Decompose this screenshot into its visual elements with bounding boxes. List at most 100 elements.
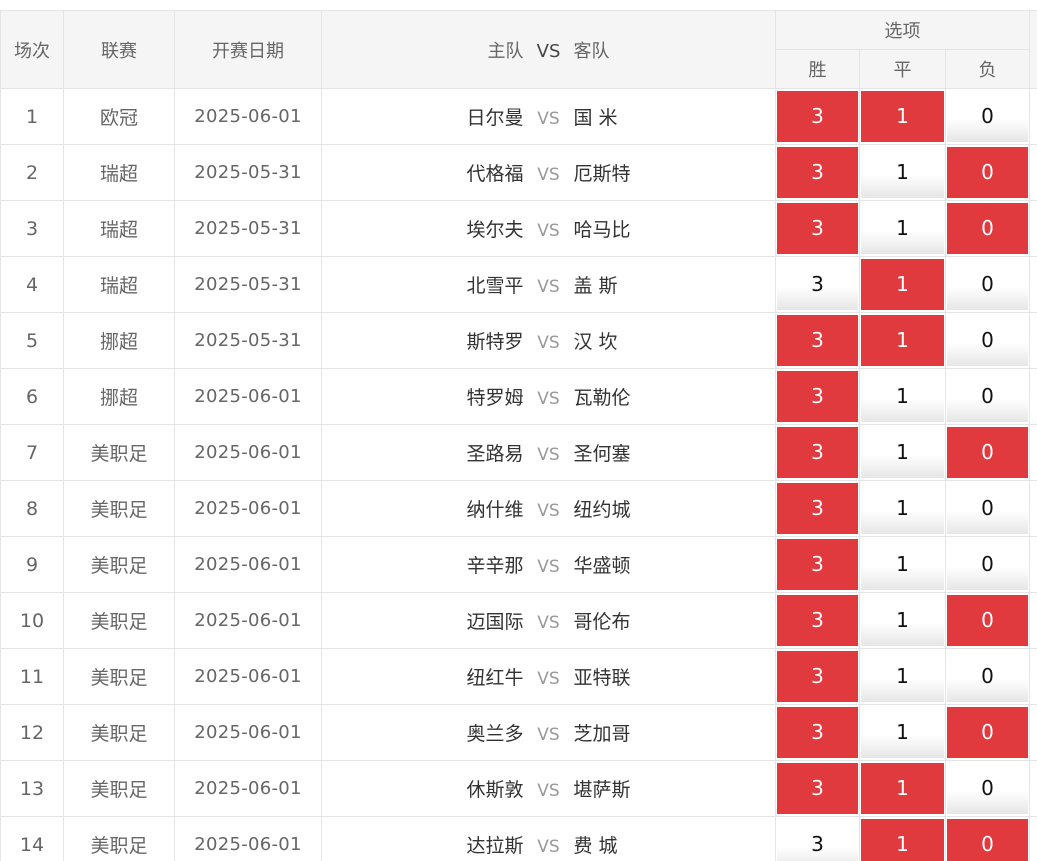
header-vs: VS <box>536 40 561 62</box>
row-date: 2025-06-01 <box>174 816 322 861</box>
row-match: 奥兰多 VS 芝加哥 <box>321 704 776 761</box>
row-index: 7 <box>0 424 64 481</box>
table-row: 4 瑞超 2025-05-31 北雪平 VS 盖 斯 310 <box>0 256 1037 313</box>
table-row: 11 美职足 2025-06-01 纽红牛 VS 亚特联 3 1 0 <box>0 648 1037 705</box>
option-draw-button[interactable]: 1 <box>861 763 944 814</box>
vs-label: VS <box>537 445 560 465</box>
table-row: 1 欧冠 2025-06-01 日尔曼 VS 国 米310 <box>0 88 1037 145</box>
row-extra <box>1029 816 1037 861</box>
option-win-cell: 3 <box>775 704 860 761</box>
row-date: 2025-06-01 <box>174 648 322 705</box>
option-lose-button[interactable]: 0 <box>947 147 1029 198</box>
option-lose-button[interactable]: 0 <box>947 483 1029 534</box>
row-match: 达拉斯 VS 费 城 <box>321 816 776 861</box>
home-team: 斯特罗 <box>466 331 524 353</box>
option-draw-button[interactable]: 1 <box>861 203 944 254</box>
header-match: 主队 VS 客队 <box>321 10 776 89</box>
option-win-cell: 3 <box>775 368 860 425</box>
option-lose-cell: 0 <box>944 760 1031 817</box>
vs-label: VS <box>537 781 560 801</box>
option-win-button[interactable]: 3 <box>777 371 858 422</box>
vs-label: VS <box>537 277 560 297</box>
row-league: 美职足 <box>63 648 175 705</box>
row-match: 代格福 VS 厄斯特 <box>321 144 776 201</box>
option-win-cell: 3 <box>775 592 860 649</box>
option-win-button[interactable]: 3 <box>777 707 858 758</box>
option-win-button[interactable]: 3 <box>777 483 858 534</box>
match-table: 场次 联赛 开赛日期 主队 VS 客队 选项 胜 平 负 1 欧冠 2025-06-01… <box>0 10 1037 861</box>
option-win-button[interactable]: 3 <box>777 315 858 366</box>
option-win-button[interactable]: 3 <box>777 763 858 814</box>
row-index: 14 <box>0 816 64 861</box>
option-lose-cell: 0 <box>944 144 1031 201</box>
option-draw-button[interactable]: 1 <box>861 707 944 758</box>
option-draw-button[interactable]: 1 <box>861 91 944 142</box>
vs-label: VS <box>537 389 560 409</box>
row-date: 2025-05-31 <box>174 256 322 313</box>
row-extra <box>1029 536 1037 593</box>
away-team: 华盛顿 <box>573 555 631 577</box>
option-draw-button[interactable]: 1 <box>861 651 944 702</box>
option-win-button[interactable]: 3 <box>777 595 858 646</box>
option-win-button[interactable]: 3 <box>777 259 858 310</box>
option-draw-button[interactable]: 1 <box>861 147 944 198</box>
option-win-button[interactable]: 3 <box>777 91 858 142</box>
option-win-button[interactable]: 3 <box>777 147 858 198</box>
table-row: 7 美职足 2025-06-01 圣路易 VS 圣何塞 3 1 0 <box>0 424 1037 481</box>
option-lose-button[interactable]: 0 <box>947 651 1029 702</box>
option-lose-cell: 0 <box>944 704 1031 761</box>
option-win-button[interactable]: 3 <box>777 651 858 702</box>
home-team: 辛辛那 <box>466 555 524 577</box>
option-draw-button[interactable]: 1 <box>861 539 944 590</box>
row-match: 埃尔夫 VS 哈马比 <box>321 200 776 257</box>
option-draw-button[interactable]: 1 <box>861 595 944 646</box>
option-draw-button[interactable]: 1 <box>861 371 944 422</box>
option-lose-button[interactable]: 0 <box>947 203 1029 254</box>
option-draw-button[interactable]: 1 <box>861 315 944 366</box>
option-win-button[interactable]: 3 <box>777 819 858 861</box>
row-index: 13 <box>0 760 64 817</box>
option-lose-button[interactable]: 0 <box>947 371 1029 422</box>
row-date: 2025-06-01 <box>174 704 322 761</box>
row-index: 8 <box>0 480 64 537</box>
home-team: 代格福 <box>466 163 524 185</box>
option-lose-button[interactable]: 0 <box>947 539 1029 590</box>
option-lose-button[interactable]: 0 <box>947 707 1029 758</box>
option-lose-button[interactable]: 0 <box>947 427 1029 478</box>
row-index: 5 <box>0 312 64 369</box>
vs-label: VS <box>537 613 560 633</box>
match-table-container: 场次 联赛 开赛日期 主队 VS 客队 选项 胜 平 负 1 欧冠 2025-06-01… <box>0 10 1037 861</box>
option-win-button[interactable]: 3 <box>777 203 858 254</box>
option-win-button[interactable]: 3 <box>777 427 858 478</box>
option-lose-cell: 0 <box>944 368 1031 425</box>
option-draw-button[interactable]: 1 <box>861 483 944 534</box>
option-lose-button[interactable]: 0 <box>947 91 1029 142</box>
option-win-cell: 3 <box>775 144 860 201</box>
row-date: 2025-06-01 <box>174 480 322 537</box>
option-lose-button[interactable]: 0 <box>947 819 1029 861</box>
header-away: 客队 <box>573 40 610 62</box>
away-team: 哈马比 <box>573 219 631 241</box>
row-match: 纽红牛 VS 亚特联 <box>321 648 776 705</box>
option-lose-button[interactable]: 0 <box>947 595 1029 646</box>
header-extra <box>1029 10 1037 89</box>
row-match: 圣路易 VS 圣何塞 <box>321 424 776 481</box>
option-win-cell: 3 <box>775 88 860 145</box>
row-index: 2 <box>0 144 64 201</box>
away-team: 费 城 <box>573 835 618 857</box>
table-row: 8 美职足 2025-06-01 纳什维 VS 纽约城 3 1 0 <box>0 480 1037 537</box>
option-lose-button[interactable]: 0 <box>947 259 1029 310</box>
option-draw-cell: 1 <box>859 200 946 257</box>
row-league: 美职足 <box>63 592 175 649</box>
row-league: 美职足 <box>63 536 175 593</box>
option-draw-button[interactable]: 1 <box>861 259 944 310</box>
option-win-button[interactable]: 3 <box>777 539 858 590</box>
option-draw-button[interactable]: 1 <box>861 819 944 861</box>
option-win-cell: 3 <box>775 200 860 257</box>
header-options: 选项 <box>774 10 1031 50</box>
option-lose-button[interactable]: 0 <box>947 315 1029 366</box>
row-index: 9 <box>0 536 64 593</box>
table-row: 3 瑞超 2025-05-31 埃尔夫 VS 哈马比 3 1 0 <box>0 200 1037 257</box>
option-lose-button[interactable]: 0 <box>947 763 1029 814</box>
option-draw-button[interactable]: 1 <box>861 427 944 478</box>
